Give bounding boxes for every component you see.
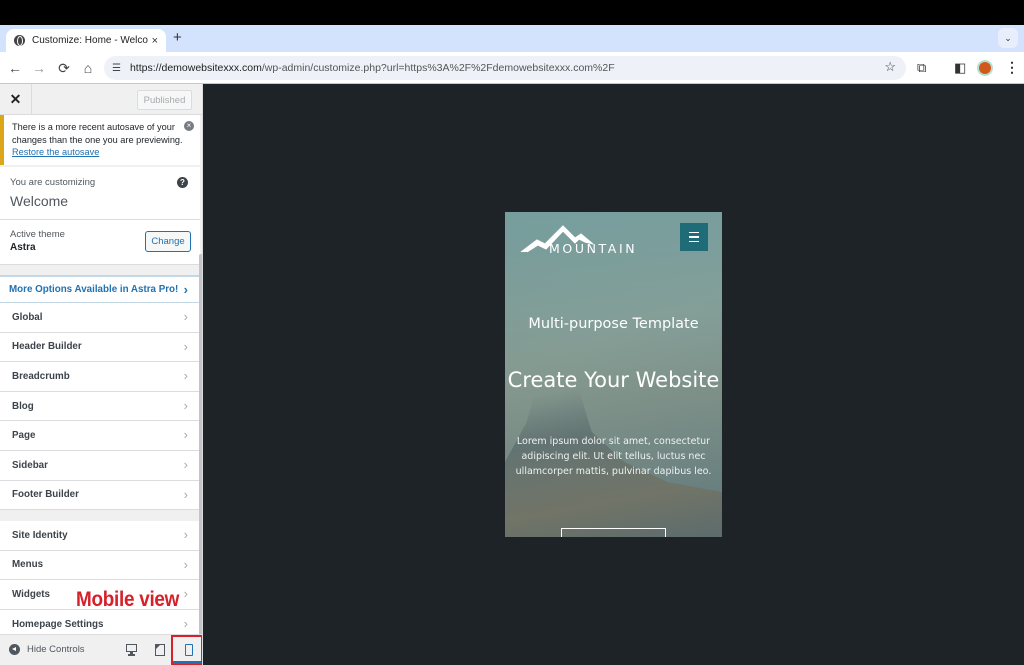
chevron-right-icon: › (183, 556, 188, 572)
section-menus[interactable]: Menus › (0, 550, 200, 581)
site-preview-area: MOUNTAIN Multi-purpose Template Create Y… (203, 84, 1024, 665)
active-theme-panel: Active theme Astra Change (0, 220, 200, 265)
chevron-right-icon: › (183, 527, 188, 542)
forward-button[interactable]: → (30, 59, 48, 77)
chevron-right-icon: › (183, 456, 188, 472)
section-label: Header Builder (12, 341, 82, 353)
side-panel-icon[interactable]: ◧ (954, 60, 966, 76)
section-header-builder[interactable]: Header Builder › (0, 332, 200, 363)
customizing-label: You are customizing (10, 177, 96, 188)
section-breadcrumb[interactable]: Breadcrumb › (0, 362, 200, 392)
publish-button[interactable]: Published (137, 90, 192, 110)
section-label: Homepage Settings (12, 618, 104, 630)
screen-top-bar (0, 0, 1024, 25)
hero-subtitle: Multi-purpose Template (528, 316, 699, 332)
section-label: Widgets (12, 588, 51, 600)
astra-pro-link[interactable]: More Options Available in Astra Pro! › (0, 275, 200, 304)
browser-tab-active[interactable]: Customize: Home - Welcome × (6, 29, 166, 52)
mobile-view-annotation: Mobile view (76, 588, 180, 611)
url-path: /wp-admin/customize.php?url=https%3A%2F%… (261, 62, 615, 74)
customizing-info: You are customizing Welcome ? (0, 167, 200, 220)
close-customizer-button[interactable]: ✕ (0, 84, 32, 115)
extensions-icon[interactable]: ⧉ (917, 60, 926, 76)
chevron-right-icon: › (183, 615, 188, 631)
hero-body-text: Lorem ipsum dolor sit amet, consectetur … (515, 436, 712, 477)
section-page[interactable]: Page › (0, 421, 200, 451)
section-blog[interactable]: Blog › (0, 391, 200, 422)
customizer-header: ✕ Published (0, 84, 202, 115)
hero-title: Create Your Website (507, 368, 720, 392)
hero-cta-button[interactable] (561, 528, 666, 537)
tablet-preview-icon[interactable] (153, 643, 167, 657)
customizer-sidebar: ✕ Published There is a more recent autos… (0, 84, 203, 665)
mobile-preview-frame[interactable]: MOUNTAIN Multi-purpose Template Create Y… (505, 212, 722, 537)
back-button[interactable]: ← (6, 59, 24, 77)
chevron-right-icon: › (183, 338, 188, 354)
chevron-right-icon: › (183, 397, 188, 413)
collapse-arrow-icon (9, 644, 20, 655)
help-icon[interactable]: ? (177, 177, 188, 188)
section-footer-builder[interactable]: Footer Builder › (0, 480, 200, 511)
chevron-right-icon: › (183, 486, 188, 502)
section-list-primary: Global › Header Builder › Breadcrumb › Blog… (0, 303, 200, 511)
dismiss-notice-icon[interactable]: × (184, 121, 194, 131)
browser-toolbar: ← → ⟳ ⌂ ☰ https://demowebsitexxx.com/wp-… (0, 52, 1024, 84)
hamburger-menu-icon[interactable] (680, 223, 708, 251)
bookmark-star-icon[interactable]: ☆ (884, 59, 896, 75)
hide-controls-button[interactable]: Hide Controls (9, 644, 85, 655)
chevron-right-icon: › (183, 427, 188, 443)
hide-controls-label: Hide Controls (27, 644, 85, 655)
active-device-indicator (173, 661, 201, 664)
site-settings-icon[interactable]: ☰ (112, 63, 121, 74)
browser-tab-strip: Customize: Home - Welcome × + ⌄ (0, 25, 1024, 52)
section-label: Blog (12, 400, 34, 412)
section-label: Sidebar (12, 459, 48, 471)
mobile-preview-highlight (171, 635, 202, 665)
section-label: Breadcrumb (12, 370, 70, 382)
restore-autosave-link[interactable]: Restore the autosave (12, 147, 99, 157)
customizing-title: Welcome (10, 193, 69, 209)
chevron-right-icon: › (183, 309, 188, 324)
section-sidebar[interactable]: Sidebar › (0, 450, 200, 481)
profile-avatar[interactable] (979, 62, 991, 74)
url-host: https://demowebsitexxx.com (129, 62, 262, 74)
chevron-right-icon: › (183, 282, 188, 297)
globe-icon (14, 35, 25, 46)
autosave-notice-text: There is a more recent autosave of your … (12, 122, 183, 145)
site-logo-text[interactable]: MOUNTAIN (549, 241, 637, 256)
tab-search-button[interactable]: ⌄ (998, 28, 1018, 48)
astra-pro-label: More Options Available in Astra Pro! (9, 284, 179, 295)
section-label: Menus (12, 559, 44, 571)
tab-close-icon[interactable]: × (152, 35, 158, 47)
address-bar[interactable]: ☰ https://demowebsitexxx.com/wp-admin/cu… (104, 56, 906, 80)
section-label: Global (12, 311, 43, 323)
section-label: Page (12, 430, 36, 442)
customizer-footer: Hide Controls (0, 634, 202, 665)
mobile-preview-icon[interactable] (183, 644, 197, 658)
desktop-preview-icon[interactable] (125, 643, 139, 657)
section-global[interactable]: Global › (0, 303, 200, 333)
browser-menu-icon[interactable]: ⋮ (1005, 59, 1019, 75)
chevron-right-icon: › (183, 586, 188, 602)
home-button[interactable]: ⌂ (79, 59, 97, 77)
reload-button[interactable]: ⟳ (55, 59, 73, 77)
new-tab-button[interactable]: + (173, 29, 182, 46)
section-site-identity[interactable]: Site Identity › (0, 521, 200, 551)
chevron-right-icon: › (183, 368, 188, 384)
section-label: Site Identity (12, 529, 68, 541)
section-list-secondary: Site Identity › Menus › Widgets › Homepage … (0, 521, 200, 640)
autosave-notice: There is a more recent autosave of your … (0, 115, 200, 165)
tab-title: Customize: Home - Welcome (32, 35, 148, 46)
change-theme-button[interactable]: Change (145, 231, 191, 252)
section-label: Footer Builder (12, 489, 79, 501)
